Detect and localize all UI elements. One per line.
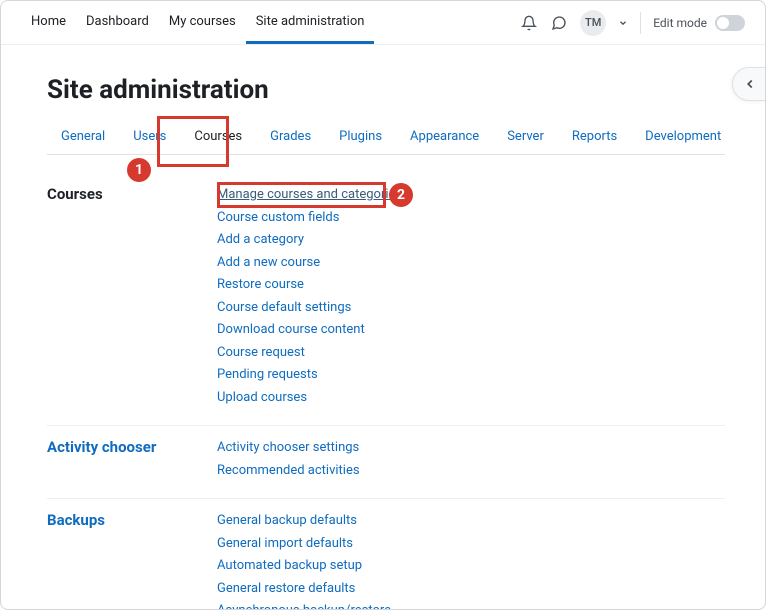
section-link[interactable]: Pending requests xyxy=(217,365,402,385)
edit-mode-toggle[interactable] xyxy=(715,15,745,31)
section-link[interactable]: Upload courses xyxy=(217,388,402,408)
section-link[interactable]: Download course content xyxy=(217,320,402,340)
admin-subtabs: GeneralUsersCoursesGradesPluginsAppearan… xyxy=(47,119,725,155)
subtab-reports[interactable]: Reports xyxy=(558,119,631,154)
section-title: Activity chooser xyxy=(47,438,217,480)
user-menu-toggle[interactable] xyxy=(618,18,628,28)
section-link[interactable]: Add a category xyxy=(217,230,402,250)
top-navigation: HomeDashboardMy coursesSite administrati… xyxy=(1,1,765,45)
section-links: Manage courses and categories Course cust… xyxy=(217,185,402,407)
section-link[interactable]: General import defaults xyxy=(217,534,391,554)
section-link[interactable]: Recommended activities xyxy=(217,461,360,481)
subtab-development[interactable]: Development xyxy=(631,119,735,154)
section-title: Backups xyxy=(47,511,217,610)
section-link[interactable]: Course custom fields xyxy=(217,208,402,228)
topnav-right-cluster: TM Edit mode xyxy=(520,10,745,36)
notifications-icon[interactable] xyxy=(520,14,538,32)
topnav-item-dashboard[interactable]: Dashboard xyxy=(76,2,159,44)
divider xyxy=(640,12,641,34)
subtab-courses[interactable]: Courses xyxy=(180,119,256,154)
subtab-plugins[interactable]: Plugins xyxy=(325,119,396,154)
messages-icon[interactable] xyxy=(550,14,568,32)
section-link[interactable]: Automated backup setup xyxy=(217,556,391,576)
section-link[interactable]: General restore defaults xyxy=(217,579,391,599)
section-backups: BackupsGeneral backup defaults General im… xyxy=(47,499,725,610)
section-link[interactable]: Course request xyxy=(217,343,402,363)
user-avatar[interactable]: TM xyxy=(580,10,606,36)
subtab-users[interactable]: Users xyxy=(119,119,180,154)
section-link[interactable]: Course default settings xyxy=(217,298,402,318)
edit-mode-group: Edit mode xyxy=(653,15,745,31)
main-content: Site administration GeneralUsersCoursesG… xyxy=(1,45,765,610)
section-link[interactable]: Restore course xyxy=(217,275,402,295)
section-activity-chooser: Activity chooserActivity chooser setting… xyxy=(47,426,725,499)
subtab-general[interactable]: General xyxy=(47,119,119,154)
subtab-appearance[interactable]: Appearance xyxy=(396,119,493,154)
edit-mode-label: Edit mode xyxy=(653,16,707,30)
subtab-grades[interactable]: Grades xyxy=(256,119,325,154)
drawer-collapse-button[interactable] xyxy=(732,67,766,101)
page-title: Site administration xyxy=(47,75,725,105)
section-link[interactable]: Activity chooser settings xyxy=(217,438,360,458)
section-link[interactable]: Manage courses and categories xyxy=(217,185,402,205)
topnav-item-site-administration[interactable]: Site administration xyxy=(246,2,375,44)
section-link[interactable]: General backup defaults xyxy=(217,511,391,531)
topnav-primary-items: HomeDashboardMy coursesSite administrati… xyxy=(21,2,374,44)
topnav-item-my-courses[interactable]: My courses xyxy=(159,2,246,44)
subtab-server[interactable]: Server xyxy=(493,119,558,154)
section-links: General backup defaults General import de… xyxy=(217,511,391,610)
topnav-item-home[interactable]: Home xyxy=(21,2,76,44)
section-link[interactable]: Add a new course xyxy=(217,253,402,273)
section-title: Courses xyxy=(47,185,217,407)
section-courses: CoursesManage courses and categories Cour… xyxy=(47,173,725,426)
section-link[interactable]: Asynchronous backup/restore xyxy=(217,601,391,610)
section-links: Activity chooser settings Recommended act… xyxy=(217,438,360,480)
